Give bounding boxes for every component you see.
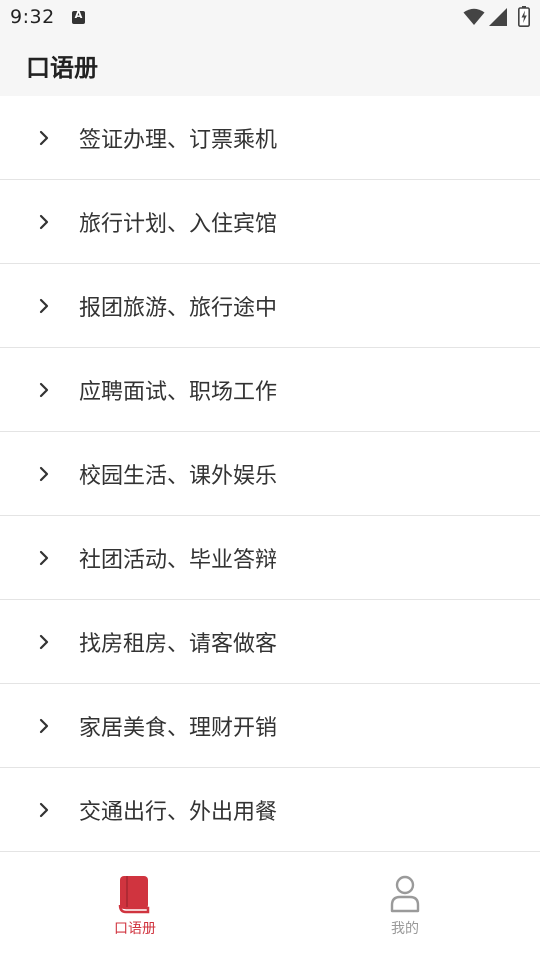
list-item-label: 报团旅游、旅行途中 (79, 296, 278, 321)
list-item[interactable]: 家居美食、理财开销 (0, 684, 540, 768)
chevron-right-icon (39, 634, 49, 650)
status-bar: 9:32 (0, 0, 540, 36)
list-item-label: 校园生活、课外娱乐 (79, 464, 278, 489)
list-item[interactable]: 应聘面试、职场工作 (0, 348, 540, 432)
wifi-icon (463, 8, 485, 25)
chevron-right-icon (39, 214, 49, 230)
status-time: 9:32 (10, 6, 55, 28)
bottom-nav: 口语册 我的 (0, 852, 540, 960)
accessibility-notification-icon (72, 10, 85, 24)
tab-me-label: 我的 (391, 921, 419, 937)
chevron-right-icon (39, 718, 49, 734)
list-item-label: 社团活动、毕业答辩 (79, 548, 278, 573)
list-item-label: 交通出行、外出用餐 (79, 800, 278, 825)
chevron-right-icon (39, 382, 49, 398)
list-item-label: 家居美食、理财开销 (79, 716, 278, 741)
chevron-right-icon (39, 466, 49, 482)
list-item[interactable]: 交通出行、外出用餐 (0, 768, 540, 852)
list-item-label: 旅行计划、入住宾馆 (79, 212, 278, 237)
chevron-right-icon (39, 550, 49, 566)
tab-phrasebook[interactable]: 口语册 (0, 852, 270, 960)
list-item[interactable]: 签证办理、订票乘机 (0, 96, 540, 180)
list-item[interactable]: 校园生活、课外娱乐 (0, 432, 540, 516)
app-header: 口语册 (0, 36, 540, 96)
list-item[interactable]: 找房租房、请客做客 (0, 600, 540, 684)
list-item-label: 找房租房、请客做客 (79, 632, 278, 657)
person-icon (390, 875, 420, 913)
topic-list: 签证办理、订票乘机 旅行计划、入住宾馆 报团旅游、旅行途中 应聘面试、职场工作 … (0, 96, 540, 852)
book-icon (118, 876, 150, 914)
list-item-label: 应聘面试、职场工作 (79, 380, 278, 405)
chevron-right-icon (39, 130, 49, 146)
tab-me[interactable]: 我的 (270, 852, 540, 960)
tab-phrasebook-label: 口语册 (114, 921, 156, 937)
list-item[interactable]: 社团活动、毕业答辩 (0, 516, 540, 600)
chevron-right-icon (39, 802, 49, 818)
list-item[interactable]: 旅行计划、入住宾馆 (0, 180, 540, 264)
cell-signal-icon (489, 8, 507, 26)
chevron-right-icon (39, 298, 49, 314)
battery-charging-icon (518, 6, 530, 27)
list-item[interactable]: 报团旅游、旅行途中 (0, 264, 540, 348)
list-item-label: 签证办理、订票乘机 (79, 128, 278, 153)
page-title: 口语册 (26, 54, 98, 82)
